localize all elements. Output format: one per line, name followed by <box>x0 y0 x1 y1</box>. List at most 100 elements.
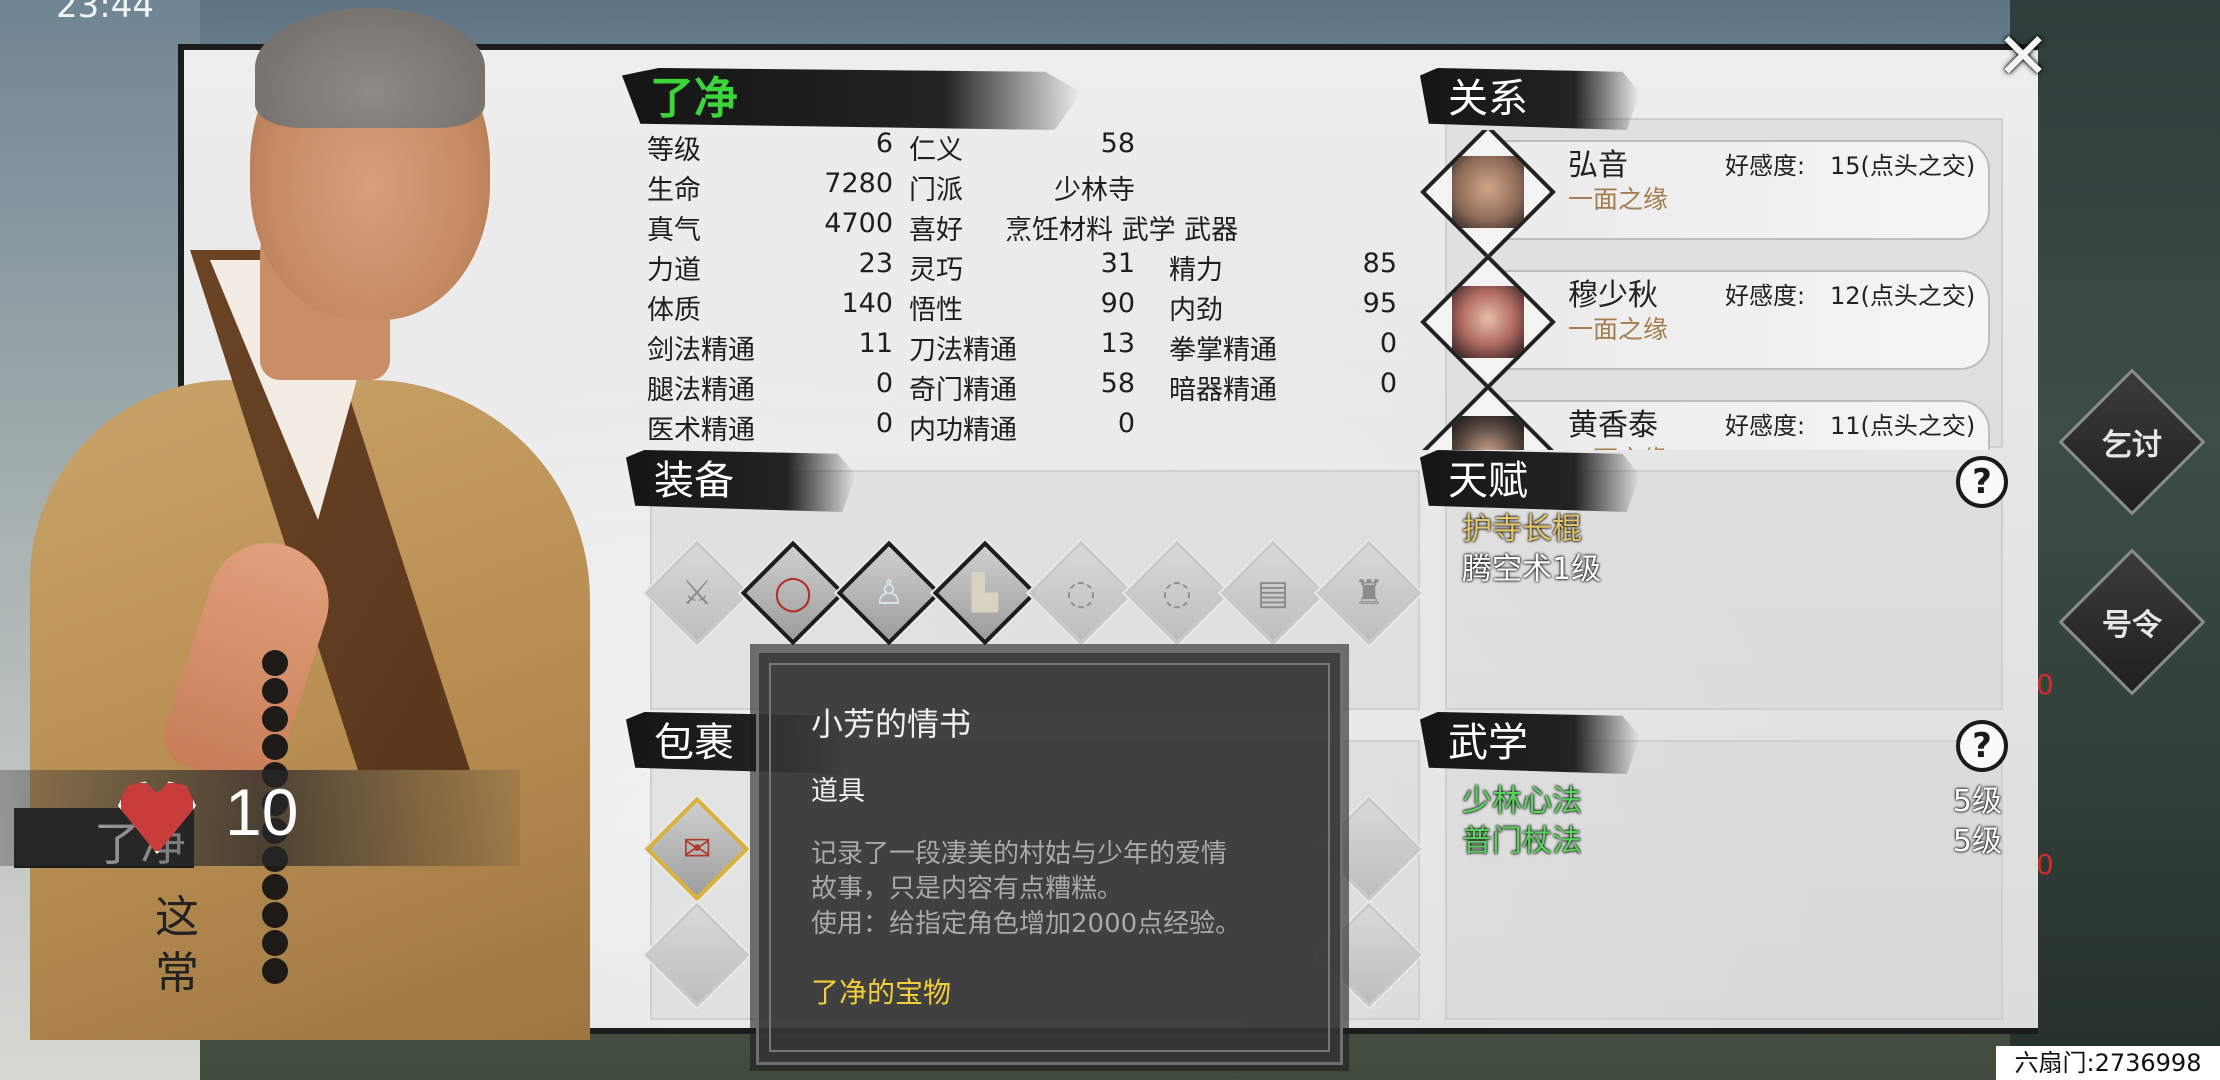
martial-help-icon[interactable]: ? <box>1956 720 2008 772</box>
stat-value: 烹饪材料 武学 武器 <box>1005 215 1239 246</box>
stat-value: 少林寺 <box>1054 175 1135 206</box>
character-name: 了净 <box>622 68 1082 130</box>
server-tag: 六扇门:2736998 <box>1996 1046 2220 1080</box>
relation-card[interactable]: 弘音 一面之缘 好感度: 15(点头之交) <box>1420 130 1995 260</box>
robe-icon: ♙ <box>873 573 905 613</box>
stat-label: 医术精通 <box>647 415 755 446</box>
stat-value: 58 <box>1100 128 1135 159</box>
item-tooltip: 小芳的情书 道具 记录了一段凄美的村姑与少年的爱情 故事，只是内容有点糟糕。 使… <box>756 650 1343 1065</box>
stat-label: 腿法精通 <box>647 375 755 406</box>
stat-label: 灵巧 <box>909 255 963 286</box>
stat-value: 11 <box>858 328 893 359</box>
stat-row: 力道 23 灵巧 31 精力 85 <box>647 248 1407 288</box>
martial-header: 武学 <box>1420 712 1640 774</box>
stat-row: 等级 6 仁义 58 <box>647 128 1407 168</box>
stat-label: 内劲 <box>1169 295 1223 326</box>
tooltip-title: 小芳的情书 <box>811 705 972 743</box>
relations-header: 关系 <box>1420 68 1640 130</box>
equipment-header: 装备 <box>626 450 856 512</box>
stat-row: 剑法精通 11 刀法精通 13 拳掌精通 0 <box>647 328 1407 368</box>
heart-icon <box>118 781 196 854</box>
stat-label: 悟性 <box>909 295 963 326</box>
background-right <box>2010 0 2220 1080</box>
talent-item: 护寺长棍 <box>1462 512 1582 547</box>
affinity-label: 好感度: <box>1725 282 1806 310</box>
hp-value: 10 <box>225 775 299 849</box>
stat-value: 140 <box>841 288 893 319</box>
relation-status: 一面之缘 <box>1568 440 1668 450</box>
stat-row: 体质 140 悟性 90 内劲 95 <box>647 288 1407 328</box>
stat-value: 0 <box>1117 408 1135 439</box>
weapon-slot-icon: ⚔ <box>681 573 713 613</box>
tooltip-type: 道具 <box>811 776 865 807</box>
character-portrait <box>0 0 640 1040</box>
stat-label: 仁义 <box>909 135 963 166</box>
talent-header: 天赋 <box>1420 450 1640 512</box>
stat-label: 内功精通 <box>909 415 1017 446</box>
stat-label: 等级 <box>647 135 701 166</box>
stat-row: 生命 7280 门派 少林寺 <box>647 168 1407 208</box>
letter-icon: ✉ <box>682 829 712 869</box>
stat-label: 门派 <box>909 175 963 206</box>
stat-label: 力道 <box>647 255 701 286</box>
red-belt-icon: ◯ <box>773 573 813 613</box>
martial-level: 5级 <box>1952 824 2002 859</box>
stat-label: 暗器精通 <box>1169 375 1277 406</box>
affinity-value: 11(点头之交) <box>1830 412 1976 440</box>
relation-status: 一面之缘 <box>1568 185 1669 214</box>
stat-label: 喜好 <box>909 215 963 246</box>
relation-card[interactable]: 穆少秋 一面之缘 好感度: 12(点头之交) <box>1420 254 1995 390</box>
stat-label: 刀法精通 <box>909 335 1017 366</box>
stat-row: 医术精通 0 内功精通 0 <box>647 408 1407 448</box>
book-slot-icon: ▤ <box>1256 573 1290 613</box>
stat-label: 剑法精通 <box>647 335 755 366</box>
relation-name: 弘音 <box>1568 148 1628 183</box>
affinity-label: 好感度: <box>1725 412 1806 440</box>
accessory-slot-icon: ◌ <box>1066 573 1096 613</box>
relations-list: 弘音 一面之缘 好感度: 15(点头之交) 穆少秋 一面之缘 好感度: 12(点… <box>1420 130 2010 450</box>
tooltip-description: 记录了一段凄美的村姑与少年的爱情 故事，只是内容有点糟糕。 使用：给指定角色增加… <box>811 839 1242 939</box>
tooltip-owner: 了净的宝物 <box>811 976 952 1009</box>
stat-value: 58 <box>1100 368 1135 399</box>
cloak-slot-icon: ♜ <box>1353 573 1385 613</box>
martial-name: 少林心法 <box>1462 784 1582 819</box>
red-marker: 0 <box>2036 668 2054 701</box>
martial-item[interactable]: 普门杖法 5级 <box>1462 816 2002 860</box>
stat-value: 0 <box>1379 368 1397 399</box>
stat-label: 奇门精通 <box>909 375 1017 406</box>
talent-help-icon[interactable]: ? <box>1956 456 2008 508</box>
stat-label: 生命 <box>647 175 701 206</box>
close-button[interactable]: ✕ <box>1990 20 2056 94</box>
talent-list: 护寺长棍 腾空术1级 <box>1462 510 1601 590</box>
stat-value: 23 <box>858 248 893 279</box>
relation-status: 一面之缘 <box>1568 315 1669 344</box>
martial-item[interactable]: 少林心法 5级 <box>1462 776 2002 820</box>
stat-row: 腿法精通 0 奇门精通 58 暗器精通 0 <box>647 368 1407 408</box>
stats-table: 等级 6 仁义 58 生命 7280 门派 少林寺 真气 4700 喜好 烹饪材… <box>647 128 1407 448</box>
boots-icon: ▙ <box>971 573 999 613</box>
affinity-value: 12(点头之交) <box>1830 282 1976 310</box>
stat-label: 精力 <box>1169 255 1223 286</box>
stat-row: 真气 4700 喜好 烹饪材料 武学 武器 <box>647 208 1407 248</box>
relation-name: 黄香泰 <box>1568 408 1658 443</box>
stat-value: 6 <box>875 128 893 159</box>
stat-value: 85 <box>1362 248 1397 279</box>
martial-level: 5级 <box>1952 784 2002 819</box>
stat-value: 13 <box>1100 328 1135 359</box>
martial-name: 普门杖法 <box>1462 824 1582 859</box>
stat-value: 0 <box>875 408 893 439</box>
accessory-slot-icon: ◌ <box>1162 573 1192 613</box>
talent-item: 腾空术1级 <box>1462 552 1602 587</box>
stat-value: 31 <box>1100 248 1135 279</box>
stat-label: 拳掌精通 <box>1169 335 1277 366</box>
background-text: 这常 <box>155 892 199 999</box>
stat-value: 90 <box>1100 288 1135 319</box>
relation-name: 穆少秋 <box>1568 278 1658 313</box>
stat-value: 7280 <box>824 168 893 199</box>
affinity-label: 好感度: <box>1725 152 1806 180</box>
stat-value: 0 <box>875 368 893 399</box>
hp-bar: 10 <box>0 770 520 866</box>
relation-card[interactable]: 黄香泰 一面之缘 好感度: 11(点头之交) <box>1420 384 1995 450</box>
affinity-value: 15(点头之交) <box>1830 152 1976 180</box>
stat-label: 真气 <box>647 215 701 246</box>
